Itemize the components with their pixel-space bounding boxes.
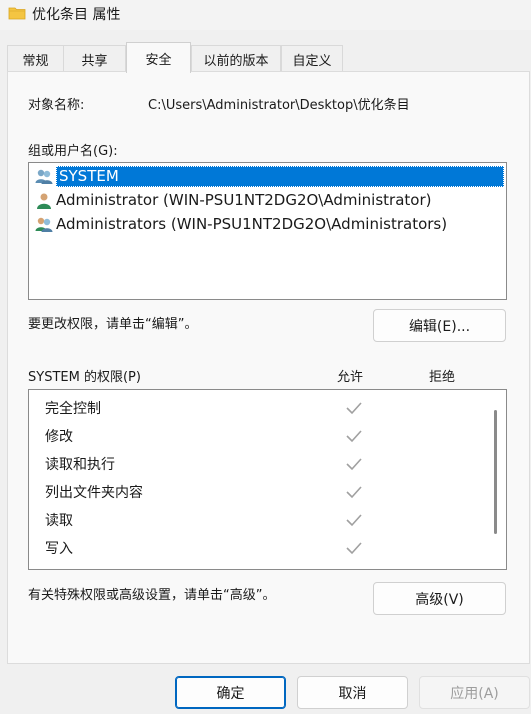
user-icon [37, 193, 51, 209]
user-group-icon [35, 217, 53, 232]
user-list[interactable]: SYSTEM Administrator (WIN-PSU1NT2DG2O\Ad… [28, 162, 507, 300]
user-group-icon [35, 169, 53, 184]
check-icon [346, 542, 362, 555]
title-bar: 优化条目 属性 [0, 0, 531, 30]
scrollbar-thumb[interactable] [494, 410, 497, 534]
ok-button[interactable]: 确定 [175, 676, 286, 709]
list-item-permission: 读取和执行 [29, 450, 489, 478]
permission-name: 写入 [45, 541, 73, 557]
list-item-permission: 读取 [29, 506, 489, 534]
list-item-permission: 列出文件夹内容 [29, 478, 489, 506]
list-item-permission: 完全控制 [29, 394, 489, 422]
check-icon [346, 402, 362, 415]
apply-button[interactable]: 应用(A) [419, 676, 530, 709]
list-item-user-system[interactable]: SYSTEM [31, 165, 504, 188]
permission-name: 完全控制 [45, 401, 101, 417]
list-item-permission: 写入 [29, 534, 489, 562]
edit-button[interactable]: 编辑(E)... [373, 309, 506, 342]
advanced-hint: 有关特殊权限或高级设置，请单击“高级”。 [28, 588, 276, 603]
tab-general[interactable]: 常规 [7, 45, 64, 72]
tab-previous-versions[interactable]: 以前的版本 [191, 45, 281, 72]
permission-name: 列出文件夹内容 [45, 485, 143, 501]
list-item-permission: 修改 [29, 422, 489, 450]
check-icon [346, 430, 362, 443]
user-name: Administrators (WIN-PSU1NT2DG2O\Administ… [56, 215, 448, 233]
permission-name: 读取 [45, 513, 73, 529]
check-icon [346, 458, 362, 471]
tab-sharing[interactable]: 共享 [63, 45, 126, 72]
check-icon [346, 514, 362, 527]
permissions-list[interactable]: 完全控制 修改 读取和执行 列出文件夹内容 读取 写入 [28, 389, 507, 570]
permission-name: 读取和执行 [45, 457, 115, 473]
advanced-button[interactable]: 高级(V) [373, 582, 506, 615]
user-name: Administrator (WIN-PSU1NT2DG2O\Administr… [56, 191, 432, 209]
cancel-button[interactable]: 取消 [297, 676, 408, 709]
tab-strip: 常规 共享 安全 以前的版本 自定义 [0, 42, 531, 73]
check-icon [346, 486, 362, 499]
window-title: 优化条目 属性 [32, 7, 121, 23]
tab-customize[interactable]: 自定义 [281, 45, 343, 72]
object-name-value: C:\Users\Administrator\Desktop\优化条目 [148, 98, 410, 113]
folder-icon [8, 7, 26, 20]
user-name: SYSTEM [56, 166, 504, 187]
groups-label: 组或用户名(G): [28, 144, 118, 159]
object-name-label: 对象名称: [28, 98, 85, 113]
edit-hint: 要更改权限，请单击“编辑”。 [28, 317, 198, 332]
tab-security[interactable]: 安全 [126, 42, 191, 73]
permission-name: 修改 [45, 429, 73, 445]
allow-header: 允许 [337, 370, 364, 385]
deny-header: 拒绝 [429, 370, 456, 385]
list-item-user-administrators[interactable]: Administrators (WIN-PSU1NT2DG2O\Administ… [31, 213, 504, 236]
permissions-label: SYSTEM 的权限(P) [28, 370, 141, 385]
list-item-user-administrator[interactable]: Administrator (WIN-PSU1NT2DG2O\Administr… [31, 189, 504, 212]
